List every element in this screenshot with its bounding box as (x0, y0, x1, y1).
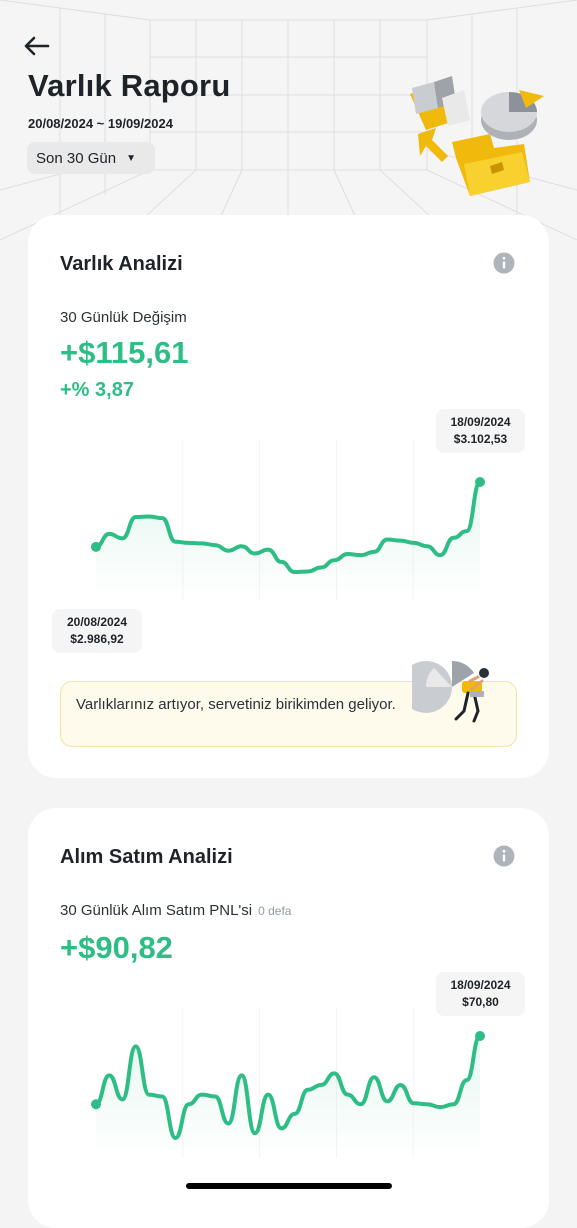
asset-report-illustration (410, 76, 544, 196)
caret-down-icon: ▼ (126, 152, 136, 164)
info-icon[interactable] (493, 845, 515, 867)
change-label: 30 Günlük Değişim (60, 309, 187, 326)
back-arrow-icon[interactable] (18, 30, 54, 62)
trade-analysis-card: Alım Satım Analizi 30 Günlük Alım Satım … (28, 808, 549, 1228)
period-dropdown[interactable]: Son 30 Gün ▼ (27, 142, 155, 174)
chart-start-point (91, 541, 101, 552)
chart-end-point (475, 477, 485, 487)
pnl-value: +$90,82 (60, 930, 173, 965)
asset-analysis-card: Varlık Analizi 30 Günlük Değişim +$115,6… (28, 215, 549, 778)
start-date: 20/08/2024 (66, 615, 128, 629)
trade-count: 0 defa (258, 904, 292, 918)
pnl-line-chart (91, 1008, 485, 1158)
pnl-end-date: 18/09/2024 (450, 978, 511, 992)
chart-start-point (91, 1099, 101, 1110)
home-indicator (186, 1183, 392, 1189)
insight-message: Varlıklarınız artıyor, servetiniz biriki… (76, 696, 396, 713)
info-icon[interactable] (493, 252, 515, 274)
page-title: Varlık Raporu (28, 68, 231, 103)
trade-analysis-title: Alım Satım Analizi (60, 846, 233, 868)
chart-end-point (475, 1031, 485, 1041)
pnl-label-text: 30 Günlük Alım Satım PNL'si (60, 902, 253, 919)
start-value-tag: 20/08/2024 $2.986,92 (52, 609, 142, 653)
period-dropdown-label: Son 30 Gün (36, 149, 117, 167)
end-date: 18/09/2024 (450, 415, 511, 429)
asset-analysis-title: Varlık Analizi (60, 253, 183, 275)
pnl-label: 30 Günlük Alım Satım PNL'si 0 defa (60, 902, 291, 919)
chart-area-fill (96, 482, 480, 600)
person-with-pie-chart-illustration (412, 660, 489, 723)
date-range: 20/08/2024 ~ 19/09/2024 (28, 116, 173, 131)
change-value: +$115,61 (60, 335, 189, 370)
change-percent: +% 3,87 (60, 379, 134, 401)
start-value: $2.986,92 (70, 632, 124, 646)
asset-line-chart (91, 440, 485, 600)
